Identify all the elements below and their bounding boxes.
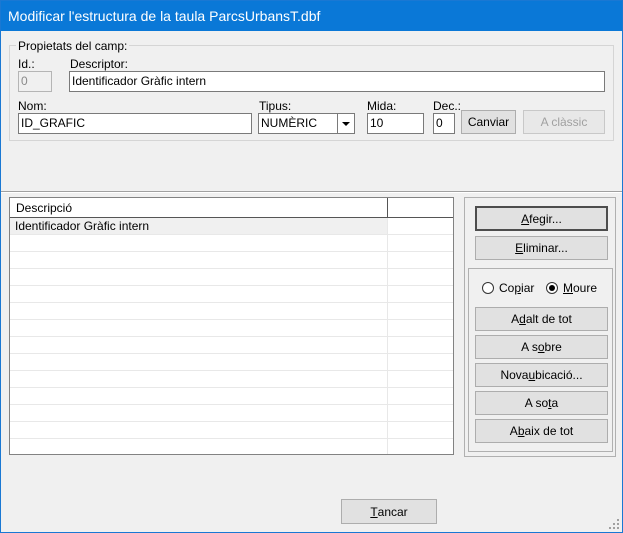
extra-cell	[388, 235, 453, 251]
descripcio-cell	[10, 269, 388, 285]
chevron-down-icon[interactable]	[337, 114, 354, 133]
table-row[interactable]: Identificador Gràfic intern	[10, 218, 453, 235]
tipus-select[interactable]: NUMÈRIC	[258, 113, 355, 134]
extra-cell	[388, 303, 453, 319]
table-row[interactable]	[10, 235, 453, 252]
descripcio-cell	[10, 235, 388, 251]
a-dalt-de-tot-button[interactable]: A d alt de tot	[475, 307, 608, 331]
dialog-window: Modificar l'estructura de la taula Parcs…	[0, 0, 623, 533]
extra-cell	[388, 439, 453, 454]
canviar-label: Canviar	[467, 115, 510, 129]
descriptor-field[interactable]: Identificador Gràfic intern	[69, 71, 605, 92]
descripcio-cell: Identificador Gràfic intern	[10, 218, 388, 234]
table-row[interactable]	[10, 354, 453, 371]
table-row[interactable]	[10, 269, 453, 286]
table-row[interactable]	[10, 286, 453, 303]
dec-label: Dec.:	[433, 99, 462, 113]
copiar-label[interactable]: Copiar	[499, 281, 534, 295]
dec-field[interactable]: 0	[433, 113, 455, 134]
extra-cell	[388, 320, 453, 336]
descripcio-cell	[10, 371, 388, 387]
a-sota-button[interactable]: A so t a	[475, 391, 608, 415]
table-row[interactable]	[10, 320, 453, 337]
mida-label: Mida:	[367, 99, 397, 113]
table-row[interactable]	[10, 422, 453, 439]
tancar-button[interactable]: Tancar	[341, 499, 437, 524]
fields-list[interactable]: Descripció Identificador Gràfic intern	[9, 197, 454, 455]
extra-cell	[388, 422, 453, 438]
resize-grip-icon[interactable]	[608, 518, 620, 530]
afegir-button[interactable]: Afegir...	[475, 206, 608, 231]
descripcio-cell	[10, 286, 388, 302]
a-classic-button[interactable]: A clàssic	[523, 110, 605, 134]
descripcio-cell	[10, 303, 388, 319]
field-properties-label: Propietats del camp:	[16, 39, 130, 53]
table-row[interactable]	[10, 388, 453, 405]
nom-field[interactable]: ID_GRAFIC	[18, 113, 252, 134]
window-title: Modificar l'estructura de la taula Parcs…	[8, 8, 321, 24]
mida-field[interactable]: 10	[367, 113, 424, 134]
table-row[interactable]	[10, 337, 453, 354]
separator-highlight	[1, 192, 622, 193]
id-label: Id.:	[18, 57, 35, 71]
extra-cell	[388, 371, 453, 387]
eliminar-button[interactable]: Eliminar...	[475, 236, 608, 260]
extra-cell	[388, 354, 453, 370]
extra-cell	[388, 286, 453, 302]
nova-ubicacio-button[interactable]: Nova u bicació...	[475, 363, 608, 387]
table-row[interactable]	[10, 439, 453, 454]
extra-cell	[388, 388, 453, 404]
moure-radio[interactable]	[546, 282, 558, 294]
extra-cell	[388, 218, 453, 234]
extra-cell	[388, 337, 453, 353]
canviar-button[interactable]: Canviar	[461, 110, 516, 134]
id-field: 0	[18, 71, 52, 92]
list-header: Descripció	[10, 198, 453, 218]
moure-label[interactable]: Moure	[563, 281, 597, 295]
a-sobre-button[interactable]: A s o bre	[475, 335, 608, 359]
table-row[interactable]	[10, 303, 453, 320]
descriptor-label: Descriptor:	[70, 57, 129, 71]
tipus-label: Tipus:	[259, 99, 292, 113]
title-bar[interactable]: Modificar l'estructura de la taula Parcs…	[1, 1, 622, 31]
descripcio-cell	[10, 422, 388, 438]
extra-cell	[388, 405, 453, 421]
extra-cell	[388, 252, 453, 268]
descripcio-cell	[10, 439, 388, 454]
extra-cell	[388, 269, 453, 285]
descripcio-cell	[10, 252, 388, 268]
descripcio-cell	[10, 388, 388, 404]
copiar-radio[interactable]	[482, 282, 494, 294]
a-classic-label: A clàssic	[540, 115, 588, 129]
column-header-extra[interactable]	[388, 198, 453, 218]
descripcio-cell	[10, 320, 388, 336]
table-row[interactable]	[10, 371, 453, 388]
table-row[interactable]	[10, 405, 453, 422]
tipus-value: NUMÈRIC	[261, 116, 317, 130]
nom-label: Nom:	[18, 99, 47, 113]
descripcio-cell	[10, 337, 388, 353]
descripcio-cell	[10, 354, 388, 370]
descripcio-cell	[10, 405, 388, 421]
a-baix-de-tot-button[interactable]: A b aix de tot	[475, 419, 608, 443]
column-header-descripcio[interactable]: Descripció	[10, 198, 388, 218]
table-row[interactable]	[10, 252, 453, 269]
